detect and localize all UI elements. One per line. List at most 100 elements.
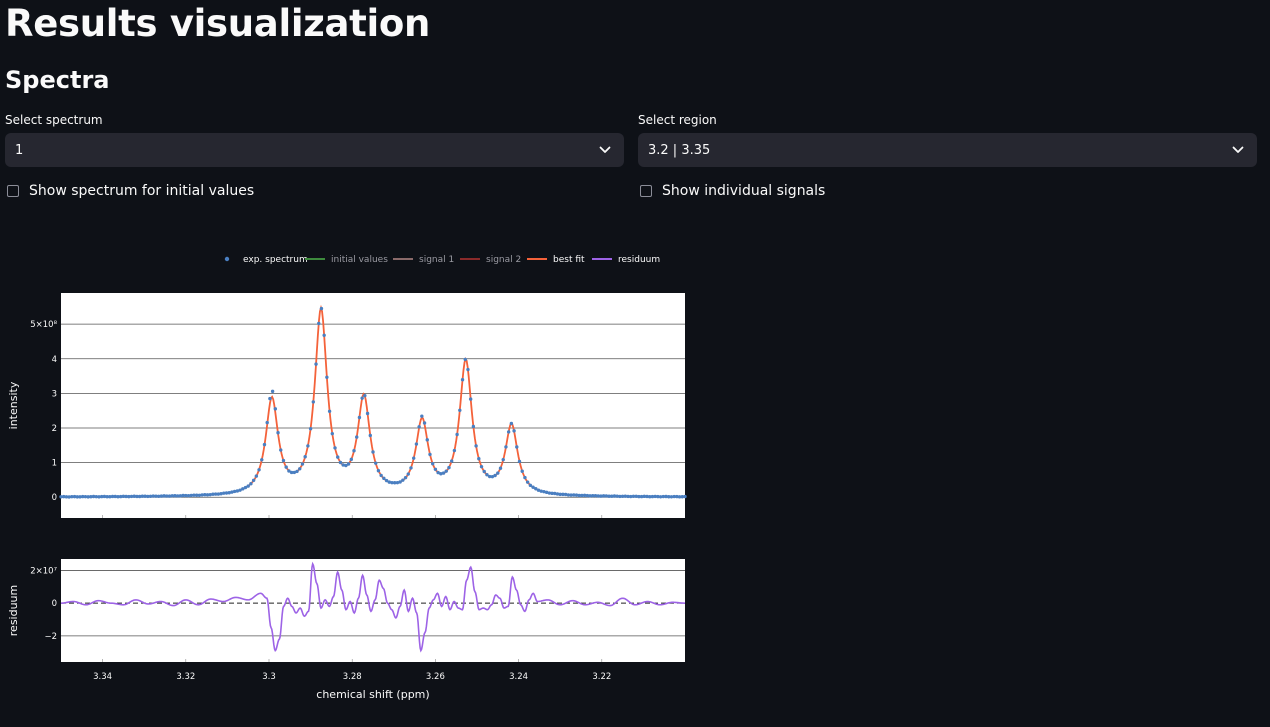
select-spectrum-value: 1 (15, 142, 24, 158)
select-spectrum-dropdown[interactable]: 1 (5, 133, 624, 167)
residuum-subplot[interactable]: −2 0 2×10⁷ residuum 3.34 3.32 3.3 3.28 3.26 3.24 3… (7, 559, 685, 701)
checkbox-box[interactable] (7, 185, 19, 197)
exp-point (409, 466, 413, 470)
exp-point (379, 473, 383, 478)
exp-point (376, 469, 381, 473)
exp-point (414, 442, 419, 446)
legend-item: signal 1 (393, 255, 454, 265)
exp-point (268, 396, 272, 401)
select-region-dropdown[interactable]: 3.2 | 3.35 (638, 133, 1257, 167)
exp-point (477, 457, 481, 461)
exp-point (308, 426, 313, 431)
x-tick-label: 3.28 (343, 672, 362, 682)
exp-point (458, 408, 462, 412)
select-region-value: 3.2 | 3.35 (648, 142, 711, 158)
exp-point (498, 466, 503, 470)
legend-item: initial values (305, 255, 388, 265)
exp-point (479, 464, 484, 469)
x-tick-label: 3.3 (262, 672, 276, 682)
exp-point (517, 459, 522, 464)
y-axis-title: intensity (7, 381, 20, 429)
exp-point (300, 462, 305, 466)
exp-point (249, 482, 253, 486)
exp-point (349, 457, 353, 462)
exp-point (270, 389, 275, 394)
exp-point (496, 471, 500, 475)
exp-point (363, 393, 367, 398)
exp-point (468, 397, 473, 401)
exp-point (262, 442, 267, 447)
exp-point (428, 452, 432, 457)
x-tick-label: 3.26 (426, 672, 445, 682)
exp-point (314, 362, 318, 366)
exp-point (449, 459, 454, 463)
exp-point (338, 460, 343, 465)
exp-point (284, 465, 288, 469)
exp-point (355, 435, 359, 439)
legend-label: residuum (618, 255, 660, 265)
exp-point (501, 457, 505, 462)
exp-point (504, 445, 508, 449)
y-tick-label: 0 (52, 493, 57, 503)
y-tick-label: 4 (52, 355, 57, 365)
exp-point (273, 407, 278, 411)
exp-point (371, 450, 375, 454)
exp-point (333, 446, 337, 450)
exp-point (357, 415, 362, 420)
exp-point (509, 421, 514, 426)
exp-point (346, 462, 351, 466)
x-axis-title: chemical shift (ppm) (316, 688, 429, 701)
legend-item: signal 2 (460, 255, 521, 265)
show-individual-signals-label: Show individual signals (662, 183, 826, 199)
legend-item: exp. spectrum (224, 255, 308, 265)
exp-point (466, 367, 470, 372)
exp-point (460, 378, 465, 382)
exp-point (512, 429, 516, 433)
y-tick-label: 0 (52, 599, 57, 609)
legend-label: exp. spectrum (243, 255, 308, 265)
exp-point (401, 478, 405, 482)
exp-point (306, 444, 310, 448)
select-spectrum-label: Select spectrum (5, 113, 103, 127)
x-tick-label: 3.34 (93, 672, 112, 682)
spectra-plot[interactable]: exp. spectrum initial values signal 1 signa… (0, 240, 700, 715)
chevron-down-icon (596, 141, 614, 159)
x-tick-label: 3.22 (592, 672, 611, 682)
exp-point (368, 433, 372, 438)
exp-point (327, 409, 332, 413)
show-individual-signals-checkbox[interactable]: Show individual signals (640, 183, 825, 199)
exp-point (382, 476, 386, 481)
exp-point (525, 480, 530, 484)
exp-point (471, 424, 476, 429)
legend-label: signal 2 (486, 255, 521, 265)
legend-label: initial values (331, 255, 388, 265)
exp-point (455, 432, 459, 437)
exp-point (257, 468, 261, 472)
show-initial-values-label: Show spectrum for initial values (29, 183, 255, 199)
legend-label: signal 1 (419, 255, 454, 265)
exp-point (452, 448, 457, 453)
exp-point (417, 425, 421, 429)
exp-point (683, 494, 687, 499)
exp-point (463, 357, 467, 362)
exp-point (295, 469, 299, 474)
checkbox-box[interactable] (640, 185, 652, 197)
exp-point (420, 414, 424, 418)
plot-legend[interactable]: exp. spectrum initial values signal 1 signa… (224, 255, 660, 265)
exp-point (298, 467, 302, 471)
legend-label: best fit (553, 255, 585, 265)
exp-point (474, 444, 478, 448)
x-tick-label: 3.32 (176, 672, 195, 682)
exp-point (279, 448, 283, 452)
legend-marker (224, 256, 230, 262)
exp-point (246, 484, 250, 488)
exp-point (254, 474, 259, 478)
section-title: Spectra (5, 66, 110, 94)
show-initial-values-checkbox[interactable]: Show spectrum for initial values (7, 183, 254, 199)
exp-point (430, 462, 435, 466)
y-tick-label: 3 (52, 389, 57, 399)
legend-item: best fit (527, 255, 585, 265)
y-tick-label: 2 (52, 424, 57, 434)
exp-point (444, 469, 448, 473)
intensity-subplot[interactable]: 0 1 2 3 4 5×10⁸ intensity (7, 293, 687, 518)
